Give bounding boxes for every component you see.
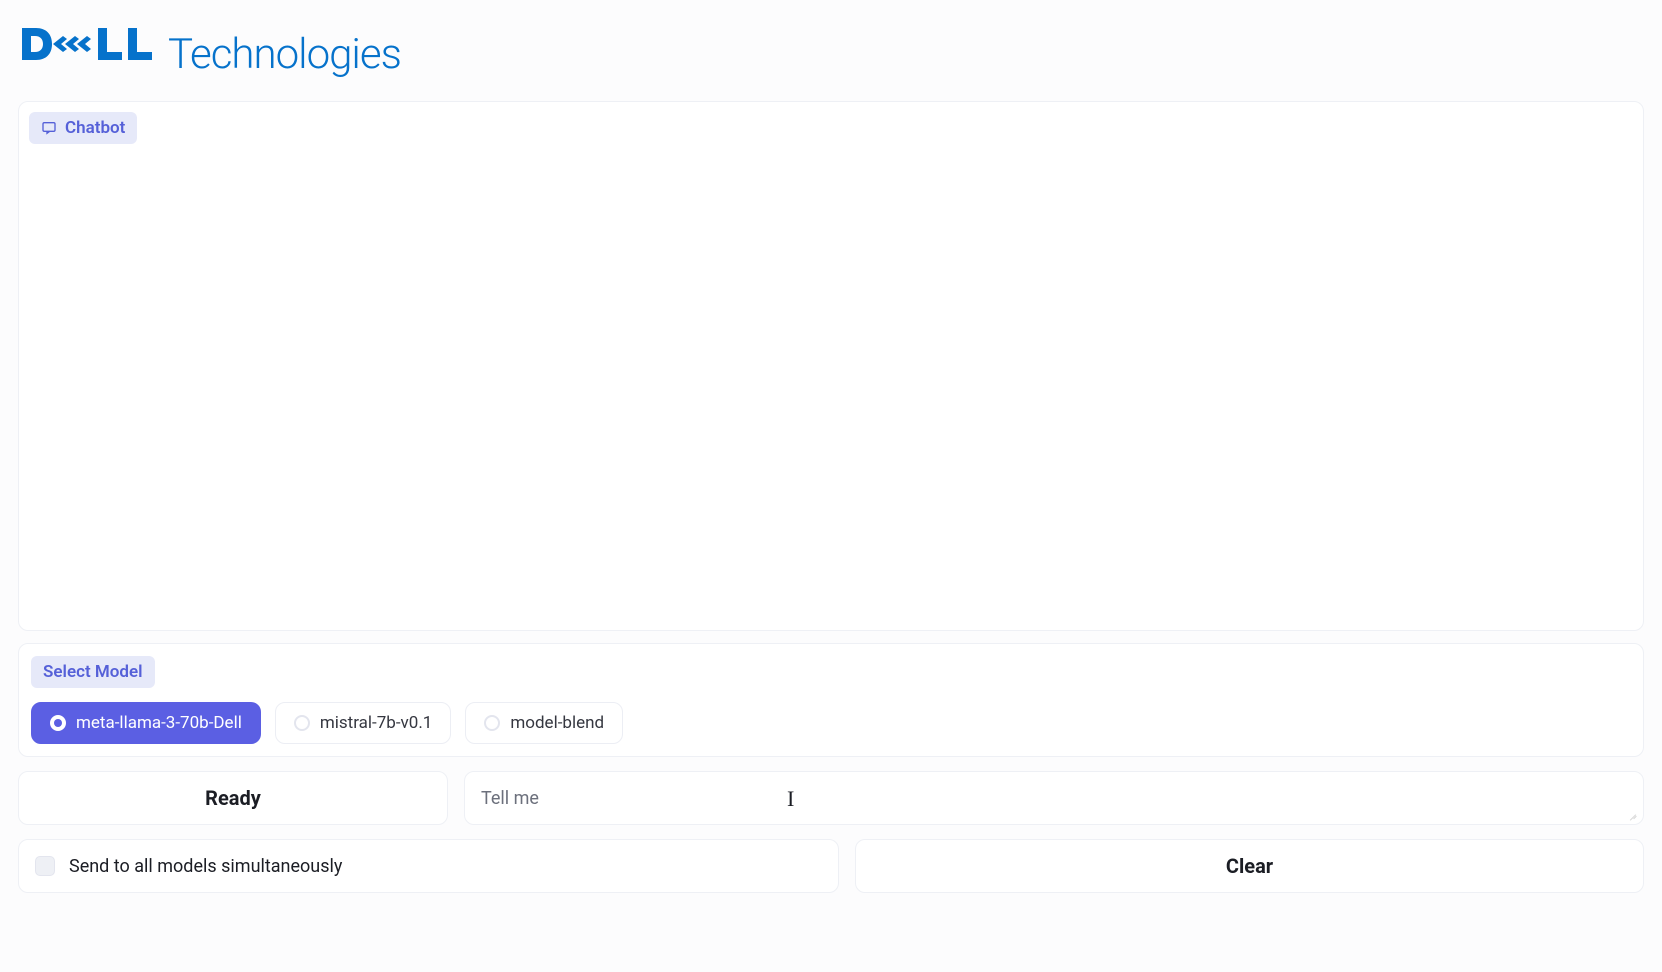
resize-handle-icon[interactable]: [1627, 808, 1639, 820]
broadcast-checkbox-row[interactable]: Send to all models simultaneously: [18, 839, 839, 893]
input-row: Ready I: [18, 771, 1644, 825]
chatbot-badge: Chatbot: [29, 112, 137, 144]
radio-dot-icon: [50, 715, 66, 731]
clear-button[interactable]: Clear: [855, 839, 1644, 893]
prompt-input[interactable]: [465, 774, 1643, 823]
checkbox-icon[interactable]: [35, 856, 55, 876]
radio-dot-icon: [294, 715, 310, 731]
dell-logo-svg: [18, 20, 168, 68]
model-option-label: model-blend: [510, 713, 604, 733]
chatbot-panel: Chatbot: [18, 101, 1644, 631]
status-box: Ready: [18, 771, 448, 825]
dell-technologies-logo: Technologies: [18, 20, 401, 79]
clear-button-label: Clear: [1226, 854, 1273, 878]
model-option-label: mistral-7b-v0.1: [320, 713, 433, 733]
model-section: Select Model meta-llama-3-70b-Dell mistr…: [18, 643, 1644, 757]
radio-dot-icon: [484, 715, 500, 731]
logo-area: Technologies: [0, 0, 1662, 89]
chatbot-label: Chatbot: [65, 118, 125, 138]
chat-icon: [41, 120, 57, 136]
model-option-meta-llama[interactable]: meta-llama-3-70b-Dell: [31, 702, 261, 744]
broadcast-label: Send to all models simultaneously: [69, 856, 342, 877]
bottom-row: Send to all models simultaneously Clear: [18, 839, 1644, 893]
select-model-label: Select Model: [31, 656, 155, 688]
logo-suffix-text: Technologies: [168, 30, 401, 79]
prompt-box: I: [464, 771, 1644, 825]
model-option-label: meta-llama-3-70b-Dell: [76, 713, 242, 733]
model-option-mistral[interactable]: mistral-7b-v0.1: [275, 702, 452, 744]
model-option-model-blend[interactable]: model-blend: [465, 702, 623, 744]
status-label: Ready: [205, 786, 261, 810]
model-radio-group: meta-llama-3-70b-Dell mistral-7b-v0.1 mo…: [31, 702, 1631, 744]
